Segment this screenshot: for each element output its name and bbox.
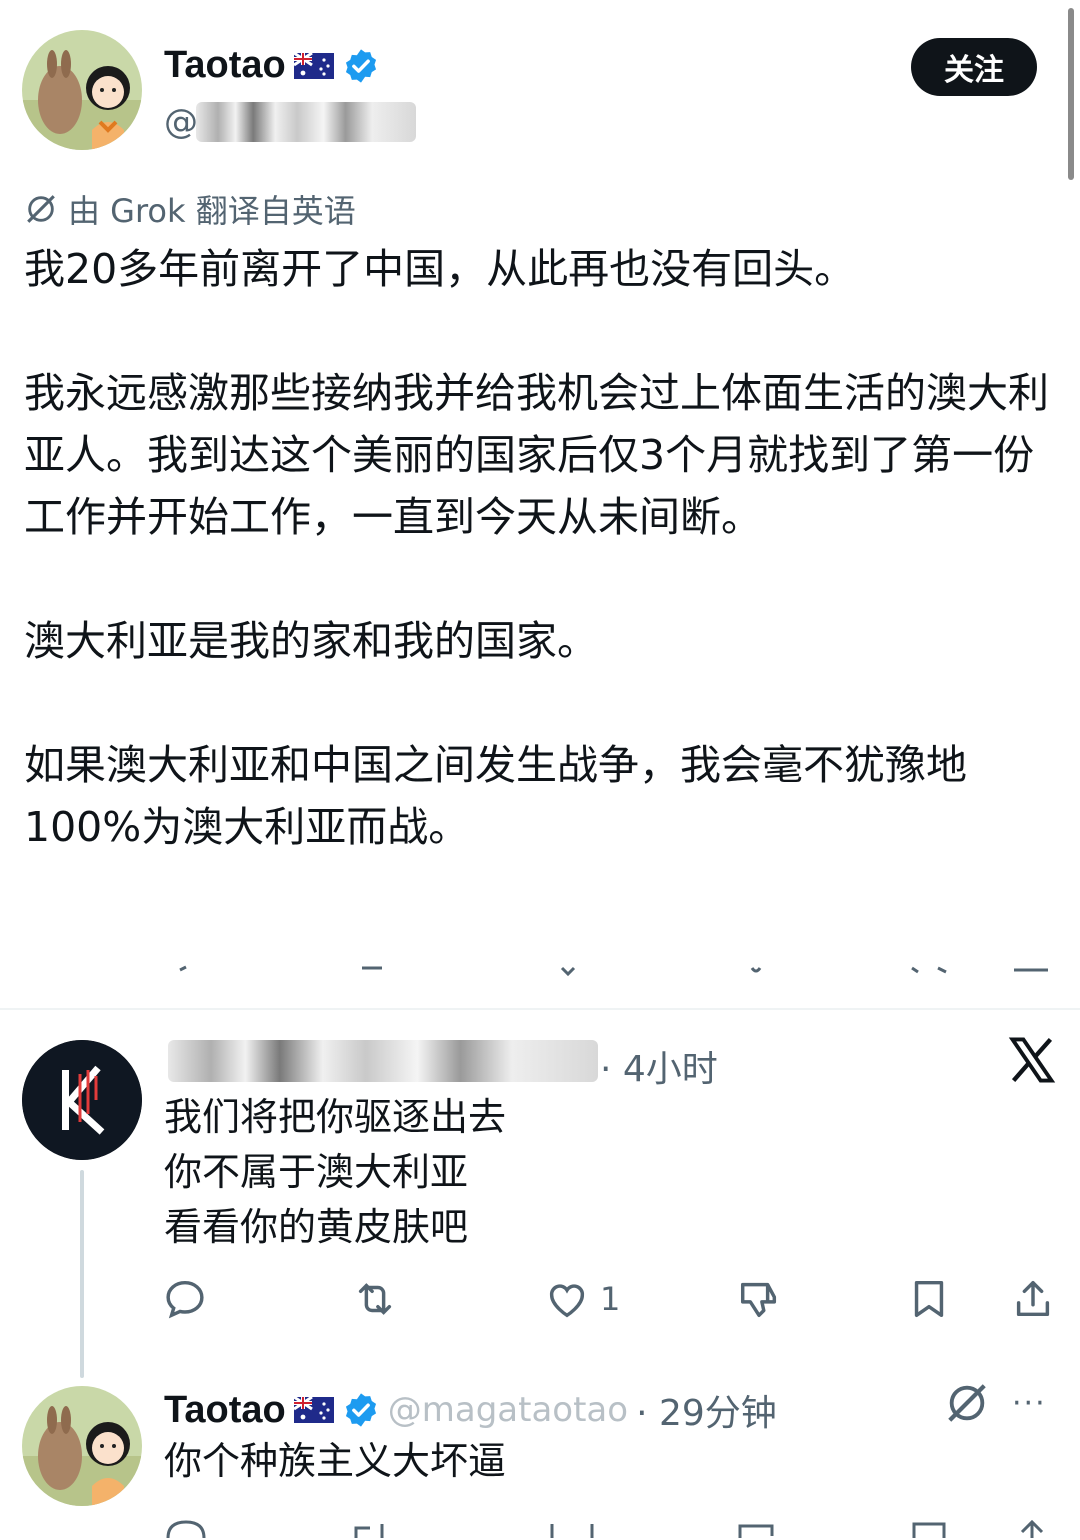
- thread-connector: [80, 1170, 84, 1378]
- reply2-avatar[interactable]: [22, 1386, 142, 1506]
- follow-button[interactable]: 关注: [911, 38, 1037, 96]
- reply-line: 你不属于澳大利亚: [164, 1150, 469, 1194]
- reply-content: 我们将把你驱逐出去 你不属于澳大利亚 看看你的黄皮肤吧: [164, 1090, 506, 1255]
- reply-line: 我们将把你驱逐出去: [164, 1095, 507, 1139]
- reply2-text: 你个种族主义大坏逼: [164, 1439, 507, 1483]
- author-handle: @: [164, 102, 198, 142]
- reply2-handle: @magataotao: [387, 1390, 629, 1430]
- bookmark-icon: [914, 1280, 944, 1318]
- handle-redaction: [196, 102, 416, 142]
- post-paragraph: 我20多年前离开了中国，从此再也没有回头。: [24, 245, 856, 293]
- reply-button[interactable]: [162, 1276, 208, 1322]
- australia-flag-icon: [293, 1397, 334, 1423]
- x-logo-icon[interactable]: [1006, 1034, 1058, 1086]
- author-name[interactable]: Taotao: [164, 44, 286, 87]
- reply-avatar[interactable]: [22, 1040, 142, 1160]
- reply2-time: · 29分钟: [636, 1393, 777, 1434]
- repost-icon: [358, 1283, 392, 1315]
- reply-author-redaction: [168, 1040, 598, 1082]
- scrollbar[interactable]: [1068, 8, 1074, 180]
- verified-badge-icon: [345, 48, 376, 83]
- bookmark-button[interactable]: [906, 1276, 952, 1322]
- dislike-button[interactable]: [736, 1276, 782, 1322]
- cropped-reply2-actions: [166, 1519, 1044, 1539]
- translation-note-text: 由 Grok 翻译自英语: [68, 192, 356, 230]
- author-name-row: Taotao: [164, 44, 380, 87]
- reply-time: · 4小时: [600, 1049, 718, 1090]
- more-icon[interactable]: ···: [1012, 1386, 1047, 1421]
- section-divider: [0, 1008, 1080, 1010]
- translation-note[interactable]: 由 Grok 翻译自英语: [24, 186, 356, 232]
- australia-flag-icon: [293, 52, 334, 79]
- dislike-icon: [740, 1282, 777, 1318]
- repost-button[interactable]: [352, 1276, 398, 1322]
- cropped-action-bar: [179, 965, 1048, 977]
- like-icon: [549, 1284, 585, 1318]
- reply-icon: [166, 1280, 204, 1319]
- reply2-author-name[interactable]: Taotao: [164, 1389, 286, 1432]
- post-paragraph: 如果澳大利亚和中国之间发生战争，我会毫不犹豫地100%为澳大利亚而战。: [24, 741, 967, 851]
- post-body: 我20多年前离开了中国，从此再也没有回头。 我永远感激那些接纳我并给我机会过上体…: [24, 238, 1054, 858]
- share-button[interactable]: [1010, 1276, 1056, 1322]
- share-icon: [1016, 1280, 1050, 1317]
- verified-badge-icon: [345, 1393, 376, 1427]
- post-paragraph: 我永远感激那些接纳我并给我机会过上体面生活的澳大利亚人。我到达这个美丽的国家后仅…: [24, 369, 1049, 541]
- like-count: 1: [600, 1280, 621, 1318]
- author-avatar[interactable]: [22, 30, 142, 150]
- grok-icon: [27, 195, 55, 223]
- reply2-author-row: Taotao @magataotao · 29分钟: [164, 1384, 777, 1436]
- post-paragraph: 澳大利亚是我的家和我的国家。: [24, 617, 598, 665]
- grok-icon[interactable]: [944, 1380, 990, 1426]
- like-button[interactable]: 1: [544, 1276, 620, 1322]
- reply-line: 看看你的黄皮肤吧: [164, 1205, 469, 1249]
